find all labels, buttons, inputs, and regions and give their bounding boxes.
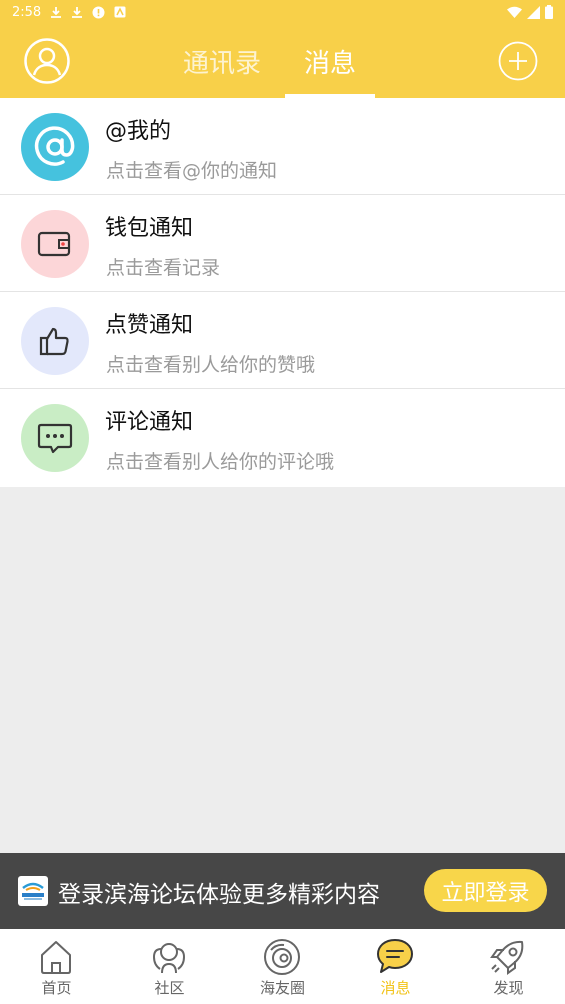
login-button[interactable]: 立即登录 <box>424 869 547 912</box>
list-item-wallet[interactable]: 钱包通知 点击查看记录 <box>0 195 565 292</box>
signal-icon <box>527 5 540 19</box>
list-item-title: 评论通知 <box>105 410 194 435</box>
download-icon <box>72 6 83 18</box>
thumbs-up-icon <box>21 307 89 375</box>
list-item-mentions[interactable]: @我的 点击查看@你的通知 <box>0 98 565 195</box>
status-bar: 2:58 <box>0 0 565 24</box>
list-item-title: 点赞通知 <box>105 313 194 338</box>
nav-community-label: 社区 <box>154 979 185 997</box>
comment-icon <box>21 404 89 472</box>
nav-home[interactable]: 首页 <box>0 929 113 1004</box>
nav-community[interactable]: 社区 <box>113 929 226 1004</box>
bottom-nav: 首页 社区 海友圈 消息 发现 <box>0 929 565 1004</box>
nav-discover[interactable]: 发现 <box>452 929 565 1004</box>
list-item-title: @我的 <box>105 119 172 144</box>
nav-home-label: 首页 <box>41 979 72 997</box>
circle-icon <box>264 939 300 975</box>
nav-messages-label: 消息 <box>380 979 411 997</box>
message-icon <box>377 939 413 973</box>
login-prompt-text: 登录滨海论坛体验更多精彩内容 <box>58 882 380 908</box>
list-item-subtitle: 点击查看记录 <box>106 257 221 279</box>
add-icon[interactable] <box>498 41 538 81</box>
nav-circle-label: 海友圈 <box>259 979 305 997</box>
nav-messages[interactable]: 消息 <box>339 929 452 1004</box>
battery-icon <box>545 5 553 19</box>
list-item-likes[interactable]: 点赞通知 点击查看别人给你的赞哦 <box>0 292 565 389</box>
community-icon <box>152 943 186 974</box>
download-icon <box>51 6 62 18</box>
status-time: 2:58 <box>12 4 42 20</box>
tab-contacts-label: 通讯录 <box>182 48 261 79</box>
tab-contacts[interactable]: 通讯录 <box>170 24 274 98</box>
home-icon <box>41 941 71 974</box>
user-avatar-icon[interactable] <box>24 38 70 84</box>
header-tabs: 通讯录 消息 <box>170 24 380 98</box>
tab-messages[interactable]: 消息 <box>280 24 380 98</box>
forum-logo <box>18 876 48 906</box>
alert-icon <box>92 6 105 18</box>
list-item-subtitle: 点击查看@你的通知 <box>106 160 278 182</box>
list-item-comments[interactable]: 评论通知 点击查看别人给你的评论哦 <box>0 389 565 487</box>
list-item-subtitle: 点击查看别人给你的评论哦 <box>106 451 335 473</box>
header: 通讯录 消息 <box>0 24 565 98</box>
rocket-icon <box>490 940 524 975</box>
at-icon <box>21 113 89 181</box>
wifi-icon <box>507 6 522 18</box>
nav-circle[interactable]: 海友圈 <box>226 929 339 1004</box>
tab-messages-label: 消息 <box>303 48 356 79</box>
app-notification-icon <box>114 6 126 18</box>
login-banner: 登录滨海论坛体验更多精彩内容 立即登录 <box>0 853 565 929</box>
list-item-title: 钱包通知 <box>105 216 194 241</box>
message-list: @我的 点击查看@你的通知 钱包通知 点击查看记录 点赞通知 点击查看别人给你的… <box>0 98 565 487</box>
nav-discover-label: 发现 <box>493 979 524 997</box>
wallet-icon <box>21 210 89 278</box>
list-item-subtitle: 点击查看别人给你的赞哦 <box>106 354 316 376</box>
